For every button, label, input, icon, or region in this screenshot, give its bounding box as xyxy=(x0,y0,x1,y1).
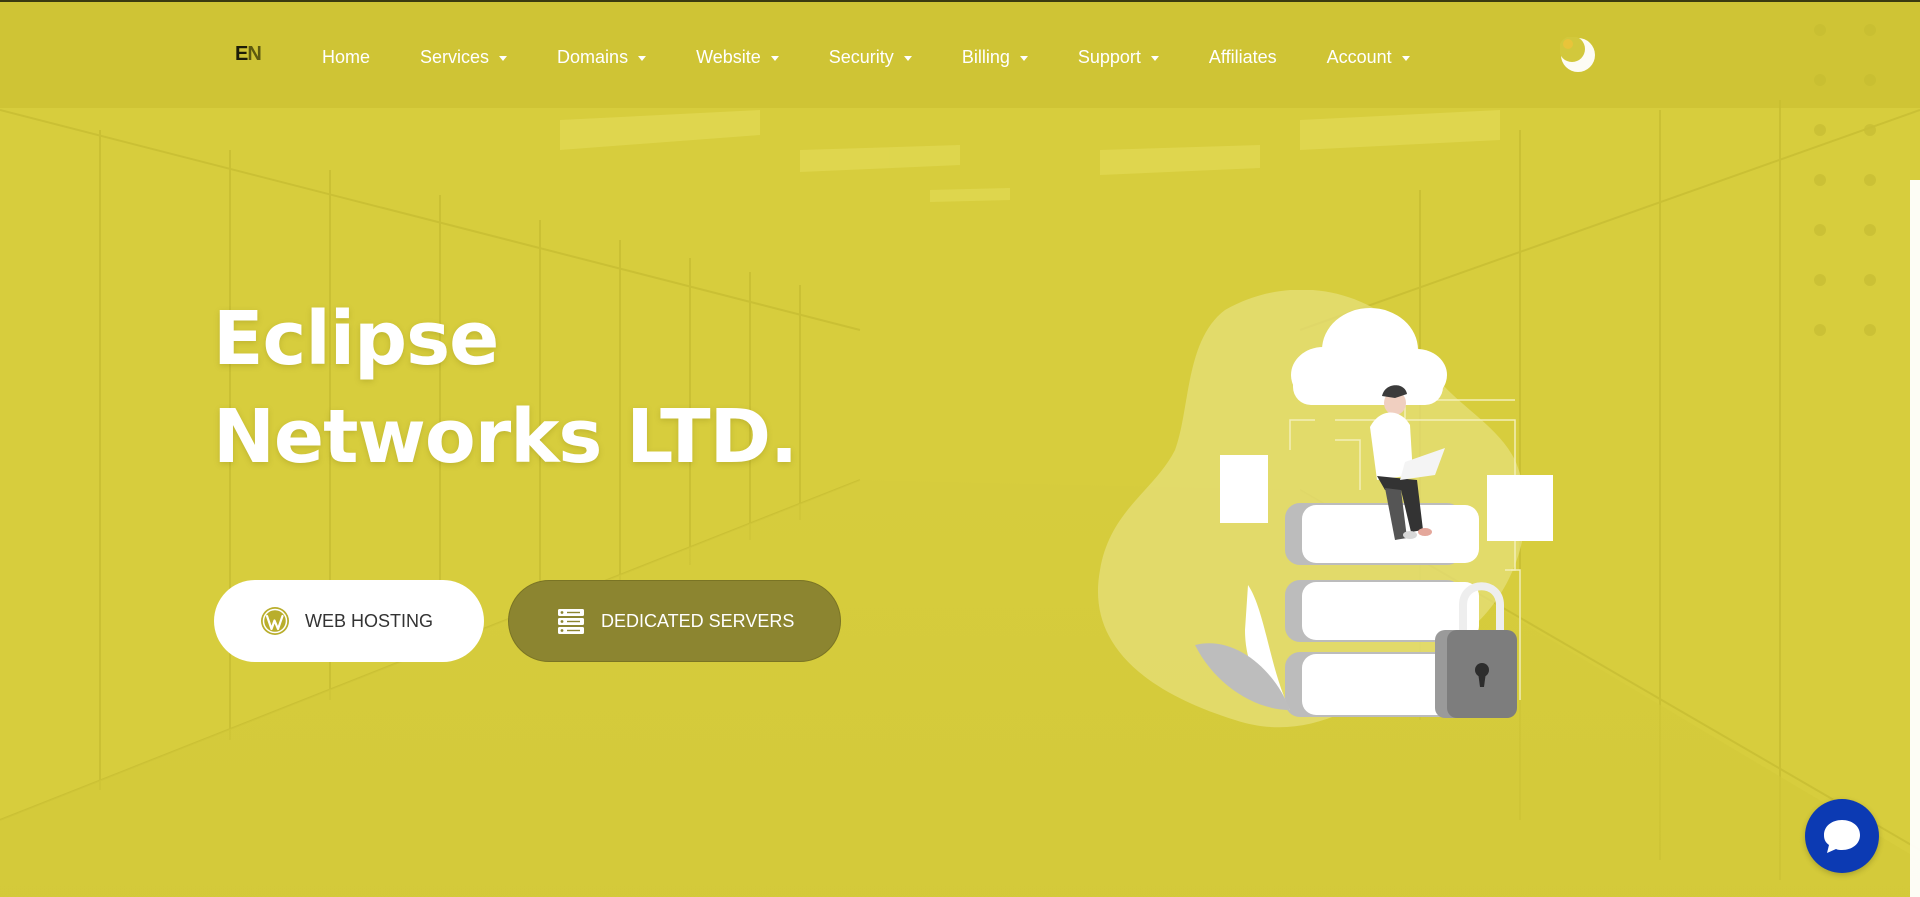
nav-item-security[interactable]: Security xyxy=(829,47,912,68)
nav-item-services[interactable]: Services xyxy=(420,46,508,68)
nav-item-home[interactable]: Home xyxy=(322,47,370,68)
chat-bubble-icon xyxy=(1824,820,1860,853)
hero-title: Eclipse Networks LTD. xyxy=(213,290,798,486)
nav-item-account[interactable]: Account xyxy=(1327,47,1410,68)
nav-item-support[interactable]: Support xyxy=(1078,47,1159,68)
dedicated-servers-button[interactable]: DEDICATED SERVERS xyxy=(508,580,841,662)
nav-label: Domains xyxy=(557,46,629,67)
nav-label: Website xyxy=(696,46,761,67)
nav-item-billing[interactable]: Billing xyxy=(962,47,1028,68)
nav-label: Home xyxy=(322,46,371,67)
top-navbar: EN Home Services Domains Website Securit… xyxy=(0,0,1920,108)
hero-title-line2: Networks LTD. xyxy=(213,394,798,480)
nav-label: Security xyxy=(828,46,894,67)
live-chat-button[interactable] xyxy=(1805,799,1879,873)
dedicated-servers-label: DEDICATED SERVERS xyxy=(601,610,795,631)
site-logo[interactable]: EN xyxy=(235,42,269,66)
nav-label: Affiliates xyxy=(1208,46,1277,67)
nav-label: Account xyxy=(1326,46,1392,67)
web-hosting-label: WEB HOSTING xyxy=(305,610,434,631)
caret-down-icon xyxy=(1019,55,1028,61)
nav-item-affiliates[interactable]: Affiliates xyxy=(1209,47,1277,68)
nav-label: Services xyxy=(420,46,490,67)
nav-label: Billing xyxy=(961,46,1010,67)
cloud-server-security-illustration xyxy=(1098,290,1553,728)
caret-down-icon xyxy=(638,55,647,61)
server-icon xyxy=(558,609,584,634)
hero-title-line1: Eclipse xyxy=(213,296,499,382)
caret-down-icon xyxy=(1150,55,1159,61)
nav-item-domains[interactable]: Domains xyxy=(557,46,647,68)
moon-icon xyxy=(1559,36,1595,72)
caret-down-icon xyxy=(903,55,912,61)
nav-item-website[interactable]: Website xyxy=(696,47,779,68)
caret-down-icon xyxy=(1401,55,1410,61)
main-nav: Home Services Domains Website Security B… xyxy=(322,42,1460,72)
page-scrollbar[interactable] xyxy=(1910,180,1920,897)
caret-down-icon xyxy=(499,55,508,61)
web-hosting-button[interactable]: WEB HOSTING xyxy=(214,580,484,662)
caret-down-icon xyxy=(770,55,779,61)
theme-toggle-button[interactable] xyxy=(1559,36,1596,73)
wordpress-icon xyxy=(261,607,289,635)
nav-label: Support xyxy=(1077,46,1141,67)
